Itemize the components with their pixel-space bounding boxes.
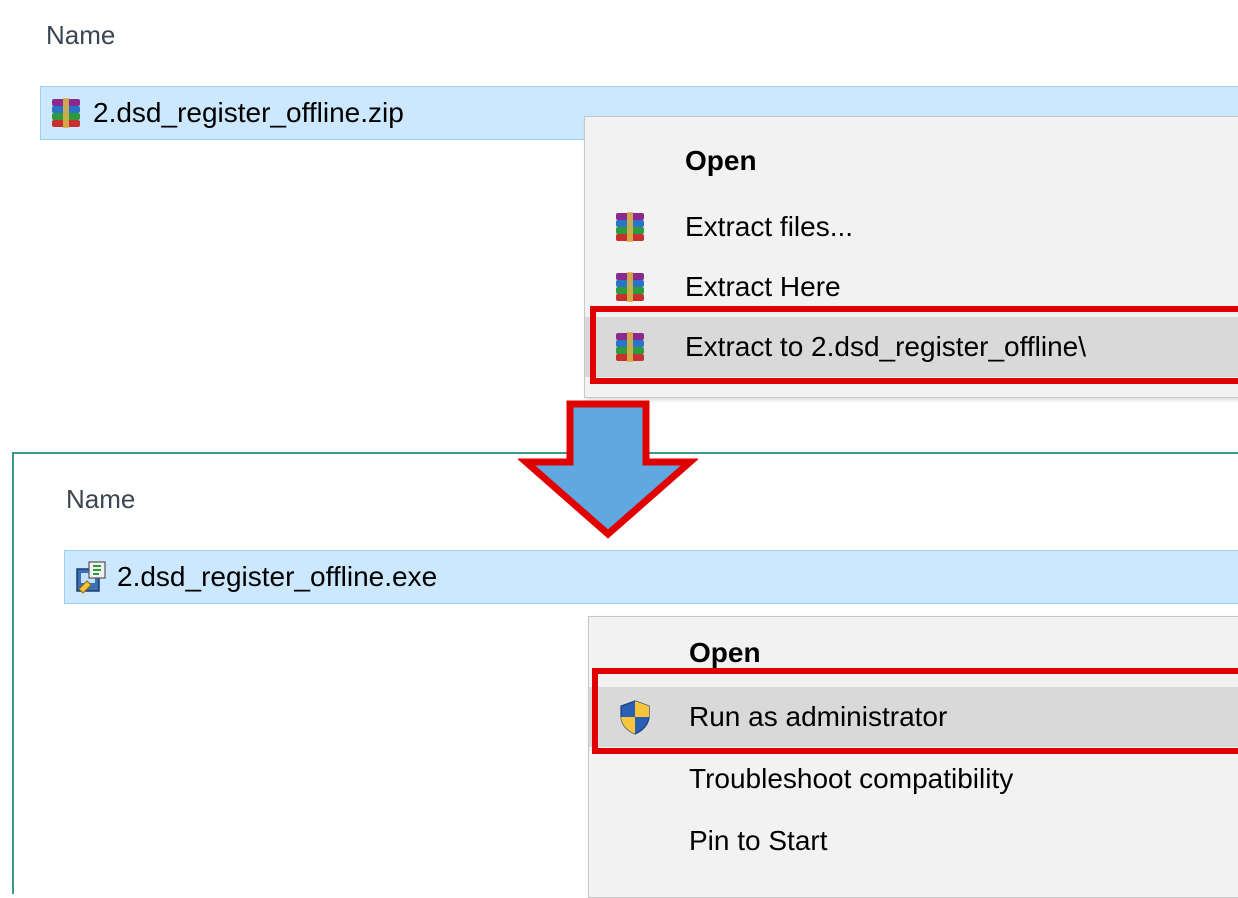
menu-item-label: Extract to 2.dsd_register_offline\ [685, 331, 1087, 362]
menu-item-label: Open [689, 637, 761, 668]
file-row-exe[interactable]: 2.dsd_register_offline.exe [64, 550, 1238, 604]
winrar-archive-icon [616, 212, 644, 242]
menu-item-extract-to-folder[interactable]: Extract to 2.dsd_register_offline\ [585, 317, 1238, 377]
name-column-header[interactable]: Name [66, 484, 135, 515]
file-name: 2.dsd_register_offline.exe [117, 561, 438, 592]
menu-item-label: Extract Here [685, 271, 841, 302]
name-column-header[interactable]: Name [46, 20, 115, 51]
menu-item-open[interactable]: Open [585, 131, 1238, 191]
menu-item-label: Extract files... [685, 211, 854, 242]
menu-item-label: Pin to Start [689, 825, 828, 856]
menu-item-run-as-administrator[interactable]: Run as administrator [589, 687, 1238, 747]
explorer-panel-zip: Name 2.dsd_register_offline.zip Open Ext… [0, 0, 1238, 398]
installer-exe-icon [76, 561, 106, 594]
menu-item-pin-to-start[interactable]: Pin to Start [589, 811, 1238, 871]
winrar-archive-icon [52, 98, 80, 128]
menu-item-label: Run as administrator [689, 701, 948, 732]
menu-item-extract-here[interactable]: Extract Here [585, 257, 1238, 317]
down-arrow-icon [518, 400, 698, 539]
winrar-archive-icon [616, 332, 644, 362]
menu-item-troubleshoot-compatibility[interactable]: Troubleshoot compatibility [589, 749, 1238, 809]
uac-shield-icon [620, 700, 650, 735]
menu-item-label: Open [685, 145, 757, 176]
context-menu-zip: Open Extract files... Extract Here Extra… [584, 116, 1238, 398]
winrar-archive-icon [616, 272, 644, 302]
file-name: 2.dsd_register_offline.zip [93, 97, 404, 128]
context-menu-exe: Open Run as administrator Troubleshoot c… [588, 616, 1238, 898]
menu-item-label: Troubleshoot compatibility [689, 763, 1014, 794]
menu-item-open[interactable]: Open [589, 623, 1238, 683]
menu-item-extract-files[interactable]: Extract files... [585, 197, 1238, 257]
